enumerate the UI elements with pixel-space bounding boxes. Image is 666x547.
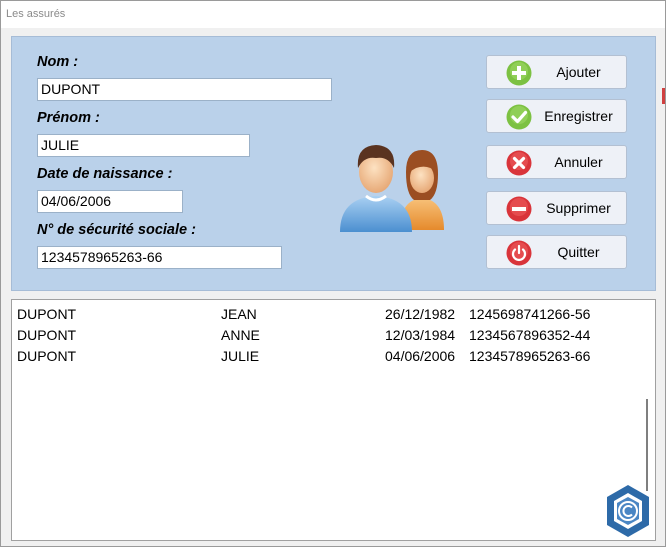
enregistrer-label: Enregistrer [544, 108, 613, 124]
prenom-label: Prénom : [37, 110, 100, 126]
quitter-button[interactable]: Quitter [486, 235, 627, 269]
naissance-label: Date de naissance : [37, 166, 173, 182]
scrollbar-thumb[interactable] [646, 399, 648, 491]
nom-label: Nom : [37, 54, 79, 70]
minus-circle-icon [506, 196, 532, 222]
power-icon [506, 240, 532, 266]
list-cell-prenom: ANNE [221, 327, 260, 343]
check-circle-icon [506, 104, 532, 130]
annuler-label: Annuler [554, 154, 603, 170]
quitter-label: Quitter [557, 244, 600, 260]
ajouter-button[interactable]: Ajouter [486, 55, 627, 89]
list-cell-secu: 1234567896352-44 [469, 327, 591, 343]
list-cell-date: 04/06/2006 [385, 348, 456, 364]
annuler-button[interactable]: Annuler [486, 145, 627, 179]
list-cell-nom: DUPONT [17, 306, 77, 322]
enregistrer-button[interactable]: Enregistrer [486, 99, 627, 133]
list-cell-secu: 1234578965263-66 [469, 348, 591, 364]
supprimer-label: Supprimer [546, 200, 611, 216]
prenom-field[interactable]: JULIE [37, 134, 250, 157]
list-cell-date: 12/03/1984 [385, 327, 456, 343]
list-cell-nom: DUPONT [17, 348, 77, 364]
form-panel: Nom : DUPONT Prénom : JULIE Date de nais… [11, 36, 656, 291]
insured-list[interactable]: DUPONT JEAN 26/12/1982 1245698741266-56 … [11, 299, 656, 541]
list-cell-prenom: JULIE [221, 348, 260, 364]
list-cell-nom: DUPONT [17, 327, 77, 343]
copyright-hexagon-icon [607, 485, 649, 537]
list-item[interactable]: DUPONT ANNE 12/03/1984 1234567896352-44 [17, 327, 637, 347]
title-bar[interactable]: Les assurés [1, 1, 665, 28]
ajouter-label: Ajouter [556, 64, 601, 80]
plus-circle-icon [506, 60, 532, 86]
list-cell-secu: 1245698741266-56 [469, 306, 591, 322]
list-cell-date: 26/12/1982 [385, 306, 456, 322]
naissance-field[interactable]: 04/06/2006 [37, 190, 183, 213]
list-item[interactable]: DUPONT JEAN 26/12/1982 1245698741266-56 [17, 306, 637, 326]
supprimer-button[interactable]: Supprimer [486, 191, 627, 225]
app-window: Les assurés Nom : DUPONT Prénom : JULIE … [0, 0, 666, 547]
secu-label: N° de sécurité sociale : [37, 222, 196, 238]
nom-field[interactable]: DUPONT [37, 78, 332, 101]
secu-field[interactable]: 1234578965263-66 [37, 246, 282, 269]
list-cell-prenom: JEAN [221, 306, 257, 322]
edge-marker [662, 88, 665, 104]
window-title: Les assurés [6, 8, 66, 20]
users-icon [340, 145, 444, 232]
list-item[interactable]: DUPONT JULIE 04/06/2006 1234578965263-66 [17, 348, 637, 368]
x-circle-icon [506, 150, 532, 176]
